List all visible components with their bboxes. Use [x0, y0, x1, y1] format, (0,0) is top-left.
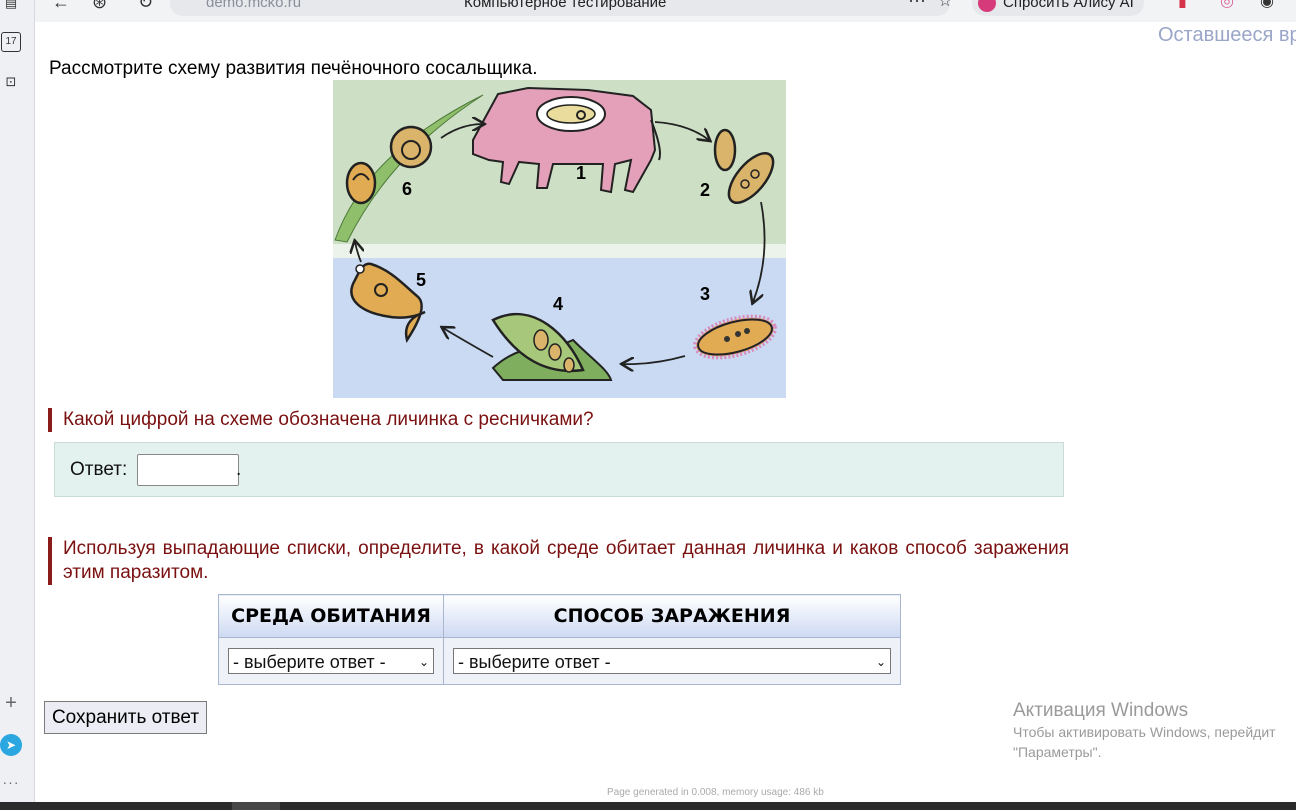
- answer-table: СРЕДА ОБИТАНИЯ СПОСОБ ЗАРАЖЕНИЯ - выбери…: [218, 594, 901, 685]
- question-2-text: Используя выпадающие списки, определите,…: [48, 537, 1069, 585]
- windows-activation-line2: "Параметры".: [1013, 744, 1102, 760]
- habitat-header: СРЕДА ОБИТАНИЯ: [218, 594, 444, 638]
- add-icon[interactable]: +: [2, 693, 20, 713]
- browser-sidebar: ▤ 17 ⊡ + ➤ ···: [0, 0, 35, 802]
- liver-fluke-lifecycle-diagram: 1 2 3 4 5 6: [333, 80, 786, 398]
- page-title: Компьютерное тестирование: [464, 0, 667, 11]
- windows-activation-watermark: Активация Windows Чтобы активировать Win…: [1013, 700, 1276, 762]
- notes-icon[interactable]: ▤: [2, 0, 20, 12]
- camera-icon[interactable]: ⊡: [2, 73, 20, 91]
- taskbar: [0, 802, 1296, 810]
- instruction-text: Рассмотрите схему развития печёночного с…: [49, 58, 538, 79]
- windows-activation-title: Активация Windows: [1013, 700, 1189, 721]
- calendar-icon[interactable]: 17: [1, 32, 21, 52]
- url-text[interactable]: demo.mcko.ru: [206, 0, 301, 11]
- extension-icon[interactable]: ▮: [1178, 0, 1187, 11]
- cyst-figure: [345, 161, 377, 205]
- infection-method-cell: - выберите ответ - ⌄: [443, 637, 901, 685]
- taskbar-item[interactable]: [232, 802, 280, 810]
- alice-label[interactable]: Спросить Алису AI: [1003, 0, 1134, 11]
- infection-method-header: СПОСОБ ЗАРАЖЕНИЯ: [443, 594, 901, 638]
- media-icon[interactable]: ◉: [1260, 0, 1274, 11]
- yandex-icon[interactable]: ⊛: [92, 0, 107, 13]
- answer-input[interactable]: [137, 454, 239, 486]
- bookmark-icon[interactable]: ☆: [938, 0, 952, 11]
- chevron-down-icon: ⌄: [875, 655, 886, 669]
- back-icon[interactable]: ←: [52, 0, 70, 13]
- infection-method-select-value: - выберите ответ -: [458, 652, 611, 672]
- infection-method-select[interactable]: - выберите ответ - ⌄: [453, 648, 891, 674]
- habitat-cell: - выберите ответ - ⌄: [218, 637, 444, 685]
- browser-toolbar: ← ⊛ ↻ demo.mcko.ru Компьютерное тестиров…: [0, 0, 1296, 22]
- habitat-select[interactable]: - выберите ответ - ⌄: [228, 648, 434, 674]
- stage-number-1: 1: [576, 163, 586, 183]
- answer-suffix: .: [236, 459, 242, 480]
- windows-activation-line1: Чтобы активировать Windows, перейдит: [1013, 724, 1276, 740]
- remaining-time-label: Оставшееся вр: [1158, 24, 1296, 46]
- stage-number-6: 6: [402, 179, 412, 199]
- answer-label: Ответ:: [70, 459, 128, 480]
- chevron-down-icon: ⌄: [418, 655, 429, 669]
- stage-number-3: 3: [700, 284, 710, 304]
- profile-icon[interactable]: ◎: [1220, 0, 1234, 11]
- save-answer-button[interactable]: Сохранить ответ: [44, 701, 207, 734]
- more-icon[interactable]: ···: [2, 773, 20, 791]
- stage-number-2: 2: [700, 180, 710, 200]
- reload-icon[interactable]: ↻: [138, 0, 153, 13]
- telegram-icon[interactable]: ➤: [0, 734, 22, 756]
- stage-number-5: 5: [416, 270, 426, 290]
- question-1-text: Какой цифрой на схеме обозначена личинка…: [48, 408, 594, 432]
- habitat-select-value: - выберите ответ -: [233, 652, 386, 672]
- stage-number-4: 4: [553, 294, 563, 314]
- page-footer: Page generated in 0.008, memory usage: 4…: [607, 787, 824, 798]
- more-icon[interactable]: ···: [908, 0, 926, 11]
- answer-box: Ответ: .: [54, 442, 1064, 497]
